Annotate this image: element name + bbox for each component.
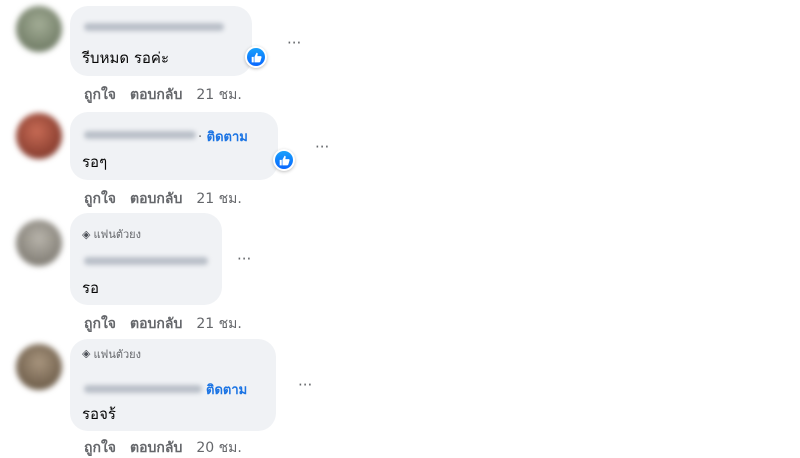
avatar[interactable] xyxy=(16,344,62,390)
like-reaction[interactable] xyxy=(273,149,295,171)
thumbs-up-icon xyxy=(247,48,265,66)
comment-timestamp[interactable]: 21 ชม. xyxy=(196,84,241,106)
comment-thread: รีบหมด รอค่ะ ··· ถูกใจ ตอบกลับ 21 ชม. · … xyxy=(0,0,800,458)
comment-actions: ถูกใจ ตอบกลับ 21 ชม. xyxy=(84,188,242,210)
comment-text: รอจร้ xyxy=(82,405,116,423)
commenter-name[interactable] xyxy=(84,257,208,265)
comment-bubble: ◈ แฟนตัวยง รอ xyxy=(70,213,222,305)
more-options-button[interactable]: ··· xyxy=(287,36,301,51)
gem-icon: ◈ xyxy=(82,349,91,358)
comment-text: รอๆ xyxy=(82,153,108,171)
comment-timestamp[interactable]: 21 ชม. xyxy=(196,188,241,210)
like-reaction[interactable] xyxy=(245,46,267,68)
gem-icon: ◈ xyxy=(82,227,91,241)
comment-actions: ถูกใจ ตอบกลับ 21 ชม. xyxy=(84,84,242,106)
avatar[interactable] xyxy=(16,113,62,159)
reply-button[interactable]: ตอบกลับ xyxy=(130,84,182,106)
more-options-button[interactable]: ··· xyxy=(298,378,312,393)
commenter-name[interactable] xyxy=(84,385,202,393)
avatar[interactable] xyxy=(16,220,62,266)
fan-badge: ◈ แฟนตัวยง xyxy=(82,349,141,358)
badge-label: แฟนตัวยง xyxy=(93,228,142,241)
fan-badge: ◈ แฟนตัวยง xyxy=(82,225,141,243)
badge-label: แฟนตัวยง xyxy=(93,349,142,358)
avatar[interactable] xyxy=(16,6,62,52)
comment-bubble: · ติดตาม รอๆ xyxy=(70,112,278,180)
like-button[interactable]: ถูกใจ xyxy=(84,437,116,458)
like-button[interactable]: ถูกใจ xyxy=(84,188,116,210)
like-button[interactable]: ถูกใจ xyxy=(84,313,116,335)
commenter-name[interactable] xyxy=(84,131,196,139)
more-options-button[interactable]: ··· xyxy=(237,252,251,267)
comment-bubble: ◈ แฟนตัวยง ติดตาม รอจร้ xyxy=(70,339,276,431)
follow-button[interactable]: · ติดตาม xyxy=(198,126,248,147)
comment-actions: ถูกใจ ตอบกลับ 21 ชม. xyxy=(84,313,242,335)
reply-button[interactable]: ตอบกลับ xyxy=(130,437,182,458)
comment-text: รอ xyxy=(82,279,100,297)
like-button[interactable]: ถูกใจ xyxy=(84,84,116,106)
thumbs-up-icon xyxy=(275,151,293,169)
comment-text: รีบหมด รอค่ะ xyxy=(82,49,170,67)
follow-button[interactable]: ติดตาม xyxy=(206,379,247,400)
reply-button[interactable]: ตอบกลับ xyxy=(130,188,182,210)
reply-button[interactable]: ตอบกลับ xyxy=(130,313,182,335)
more-options-button[interactable]: ··· xyxy=(315,140,329,155)
comment-timestamp[interactable]: 21 ชม. xyxy=(196,313,241,335)
comment-bubble: รีบหมด รอค่ะ xyxy=(70,6,252,76)
commenter-name[interactable] xyxy=(84,23,224,31)
comment-actions: ถูกใจ ตอบกลับ 20 ชม. xyxy=(84,437,242,458)
comment-timestamp[interactable]: 20 ชม. xyxy=(196,437,241,458)
